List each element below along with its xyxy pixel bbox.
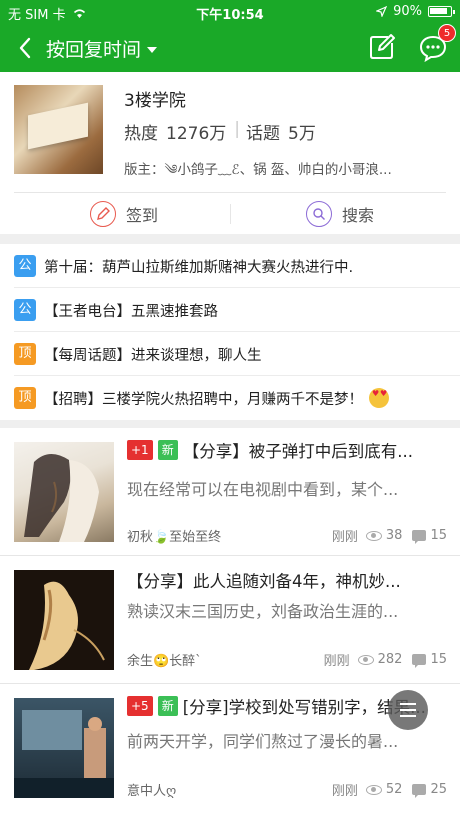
pinned-tag: 顶 (14, 343, 36, 365)
floating-menu-button[interactable] (388, 690, 428, 730)
back-arrow-icon[interactable] (14, 34, 38, 62)
view-count: 282 (377, 652, 403, 667)
heat-label: 热度 (124, 124, 158, 144)
new-badge: 新 (157, 696, 178, 716)
post-snippet: 现在经常可以在电视剧中看到，某个... (127, 480, 399, 499)
post-snippet: 熟读汉末三国历史，刘备政治生涯的... (127, 602, 399, 621)
post-thumbnail (14, 442, 114, 542)
post-title: +1 新 【分享】被子弹打中后到底有... (127, 438, 443, 462)
checkin-label: 签到 (126, 206, 159, 225)
notice-text: 【招聘】三楼学院火热招聘中，月赚两千不是梦！ (44, 391, 363, 408)
post-time: 刚刚 (323, 654, 350, 669)
battery-percent: 90% (393, 4, 422, 19)
post-thumbnail (14, 698, 114, 798)
announcement-tag: 公 (14, 255, 36, 277)
topics-label: 话题 (246, 124, 280, 144)
notice-item[interactable]: 顶 【招聘】三楼学院火热招聘中，月赚两千不是梦！ (0, 376, 460, 420)
notice-item[interactable]: 顶 【每周话题】进来谈理想，聊人生 (0, 332, 460, 376)
topics-value: 5万 (288, 124, 316, 144)
battery-fill (430, 8, 448, 14)
post-author[interactable]: 余生🙄长醉` (127, 650, 202, 669)
comment-icon (412, 654, 427, 668)
comment-icon (412, 530, 427, 544)
sort-dropdown[interactable]: 按回复时间 (46, 35, 158, 62)
eye-icon (365, 784, 382, 795)
forum-stats: 热度 1276万 | 话题 5万 (124, 119, 324, 144)
pencil-icon (90, 201, 116, 227)
eye-icon (357, 654, 374, 665)
heat-value: 1276万 (166, 124, 227, 144)
post-list: +1 新 【分享】被子弹打中后到底有... 现在经常可以在电视剧中看到，某个..… (0, 428, 460, 818)
post-author[interactable]: 初秋🍃至始至终 (127, 526, 221, 545)
notice-text: 第十届：葫芦山拉斯维加斯赌神大赛火热进行中. (44, 259, 354, 276)
notice-text: 【王者电台】五黑速推套路 (44, 303, 218, 320)
status-bar: 无 SIM 卡 下午10:54 90% (0, 0, 460, 24)
view-count: 52 (385, 782, 403, 797)
post-meta: 意中人ღ 刚刚 52 25 (127, 780, 447, 800)
announcement-tag: 公 (14, 299, 36, 321)
post-meta: 初秋🍃至始至终 刚刚 38 15 (127, 526, 447, 546)
nav-bar: 按回复时间 5 (0, 24, 460, 72)
search-icon (306, 201, 332, 227)
post-author[interactable]: 意中人ღ (127, 780, 176, 799)
post-time: 刚刚 (331, 784, 358, 799)
post-snippet: 前两天开学，同学们熬过了漫长的暑... (127, 732, 399, 751)
post-thumbnail (14, 570, 114, 670)
post-time: 刚刚 (331, 530, 358, 545)
list-icon (400, 703, 416, 717)
post-item[interactable]: +1 新 【分享】被子弹打中后到底有... 现在经常可以在电视剧中看到，某个..… (0, 428, 460, 556)
sort-dropdown-label: 按回复时间 (46, 39, 142, 61)
eye-icon (365, 530, 382, 541)
post-meta: 余生🙄长醉` 刚刚 282 15 (127, 650, 447, 670)
post-title: 【分享】此人追随刘备4年，神机妙... (127, 568, 443, 592)
message-count-badge: 5 (438, 24, 456, 42)
forum-name: 3楼学院 (124, 91, 186, 111)
search-label: 搜索 (342, 206, 375, 225)
actions-divider (230, 204, 231, 224)
forum-header: 3楼学院 热度 1276万 | 话题 5万 版主：༄小鸽子﹏ℰ、锅 盔、帅白的小… (0, 72, 460, 234)
battery-icon (428, 6, 455, 17)
forum-avatar[interactable] (14, 85, 103, 174)
comment-icon (412, 784, 427, 798)
search-button[interactable]: 搜索 (306, 193, 374, 235)
plus-badge: +1 (127, 440, 153, 460)
location-arrow-icon (376, 6, 388, 17)
comment-count: 15 (430, 652, 447, 667)
new-badge: 新 (157, 440, 178, 460)
comment-count: 15 (430, 528, 447, 543)
plus-badge: +5 (127, 696, 153, 716)
notice-item[interactable]: 公 【王者电台】五黑速推套路 (0, 288, 460, 332)
forum-actions: 签到 搜索 (14, 192, 446, 234)
moderators-list[interactable]: 版主：༄小鸽子﹏ℰ、锅 盔、帅白的小哥浪... (124, 155, 454, 193)
stats-divider: | (234, 119, 240, 139)
view-count: 38 (385, 528, 403, 543)
notice-item[interactable]: 公 第十届：葫芦山拉斯维加斯赌神大赛火热进行中. (0, 244, 460, 288)
pinned-notices: 公 第十届：葫芦山拉斯维加斯赌神大赛火热进行中. 公 【王者电台】五黑速推套路 … (0, 244, 460, 420)
compose-icon[interactable] (368, 33, 396, 61)
post-title-text: 【分享】此人追随刘备4年，神机妙... (127, 572, 401, 591)
post-title-text: 【分享】被子弹打中后到底有... (182, 442, 413, 461)
notice-text: 【每周话题】进来谈理想，聊人生 (44, 347, 262, 364)
pinned-tag: 顶 (14, 387, 36, 409)
checkin-button[interactable]: 签到 (90, 193, 158, 235)
post-item[interactable]: 【分享】此人追随刘备4年，神机妙... 熟读汉末三国历史，刘备政治生涯的... … (0, 556, 460, 684)
caret-down-icon (147, 47, 158, 53)
heart-eyes-emoji-icon (369, 388, 389, 408)
comment-count: 25 (430, 782, 447, 797)
